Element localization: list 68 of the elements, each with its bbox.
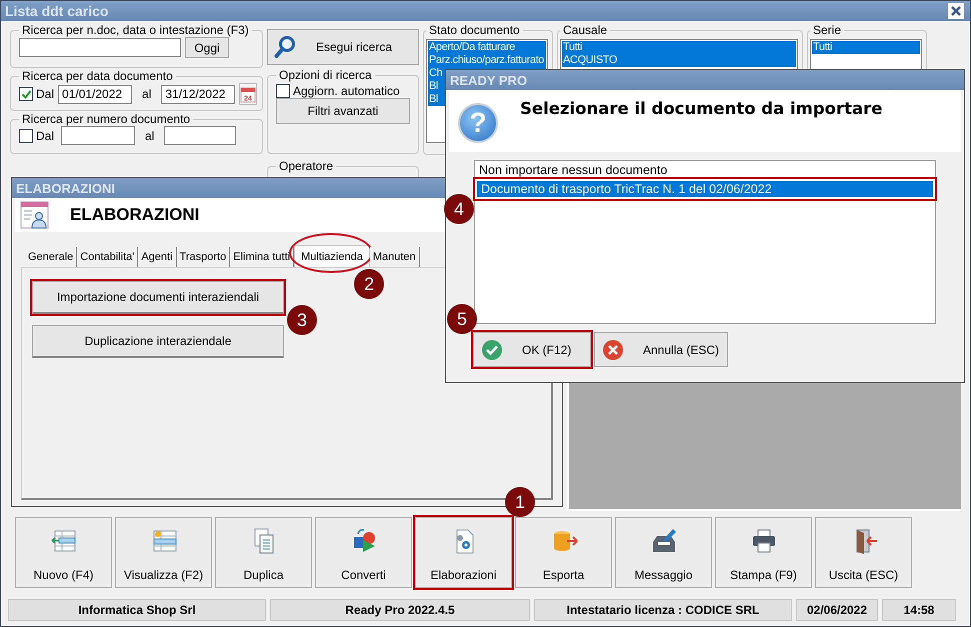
status-bar-field: 14:58 — [882, 599, 956, 621]
question-icon: ? — [458, 103, 498, 143]
status-bar-field: Informatica Shop Srl — [8, 599, 266, 621]
toolbar-button[interactable]: Elaborazioni — [415, 517, 512, 588]
group-label: Ricerca per data documento — [21, 69, 174, 83]
cancel-icon — [603, 340, 623, 360]
group-label: Opzioni di ricerca — [278, 68, 373, 82]
step-number-badge: 4 — [444, 194, 474, 224]
window-title: Lista ddt carico — [5, 3, 108, 19]
toolbar-button[interactable]: Duplica — [215, 517, 312, 588]
list-item[interactable]: Parz.chiuso/parz.fatturato — [428, 54, 546, 67]
step-number-badge: 2 — [354, 269, 384, 299]
status-bar-field: 02/06/2022 — [796, 599, 878, 621]
step-number-badge: 3 — [287, 305, 317, 335]
checkbox[interactable] — [19, 87, 33, 101]
status-bar-field: Ready Pro 2022.4.5 — [270, 599, 530, 621]
status-bar-field: Intestatario licenza : CODICE SRL — [534, 599, 792, 621]
form-person-icon — [20, 201, 50, 229]
checkbox[interactable] — [19, 128, 33, 142]
toolbar-button[interactable]: Stampa (F9) — [715, 517, 812, 588]
check-icon — [482, 340, 502, 360]
tab[interactable]: Manuten — [370, 247, 420, 267]
toolbar-button[interactable]: Converti — [315, 517, 412, 588]
date-to-field[interactable]: 31/12/2022 — [161, 84, 236, 104]
cancel-button[interactable]: Annulla (ESC) — [594, 332, 728, 367]
checkbox-label: Dal — [36, 87, 54, 101]
checkbox-label: Dal — [36, 128, 54, 142]
list-item[interactable]: Aperto/Da fatturare — [428, 41, 546, 54]
toolbar-button[interactable]: Uscita (ESC) — [815, 517, 912, 588]
toolbar-button[interactable]: Esporta — [515, 517, 612, 588]
list-item[interactable]: Tutti — [812, 41, 920, 54]
group-label: Operatore — [278, 159, 334, 173]
advanced-filters-button[interactable]: Filtri avanzati — [276, 98, 410, 124]
window-title: ELABORAZIONI — [16, 180, 115, 196]
field-label: al — [144, 128, 156, 142]
group-label: Ricerca per n.doc, data o intestazione (F3) — [21, 23, 250, 37]
list-item[interactable]: ACQUISTO — [562, 54, 796, 67]
checkbox-label: Aggiorn. automatico — [293, 84, 400, 98]
tab[interactable]: Trasporto — [176, 247, 230, 267]
date-from-field[interactable]: 01/01/2022 — [58, 84, 132, 104]
toolbar-button[interactable]: Visualizza (F2) — [115, 517, 212, 588]
ok-button[interactable]: OK (F12) — [473, 332, 591, 367]
dialog-title: READY PRO — [450, 72, 528, 88]
group-label: Ricerca per numero documento — [21, 112, 192, 126]
toolbar-button[interactable]: Nuovo (F4) — [15, 517, 112, 588]
field-label: al — [141, 87, 152, 101]
group-label: Stato documento — [428, 23, 521, 37]
number-to-field[interactable] — [164, 126, 236, 145]
list-item[interactable]: Tutti — [562, 41, 796, 54]
checkbox[interactable] — [276, 84, 290, 98]
close-icon[interactable] — [948, 3, 964, 19]
search-field[interactable] — [19, 38, 181, 57]
toolbar-button[interactable]: Messaggio — [615, 517, 712, 588]
tab[interactable]: Multiazienda — [294, 245, 370, 267]
number-from-field[interactable] — [61, 126, 135, 145]
list-item[interactable]: Non importare nessun documento — [477, 162, 933, 178]
search-icon — [274, 35, 296, 59]
group-label: Serie — [812, 23, 842, 37]
group-label: Causale — [562, 23, 608, 37]
today-button[interactable]: Oggi — [185, 37, 229, 58]
action-button[interactable]: Importazione documenti interaziendali — [32, 281, 284, 314]
dialog-message: Selezionare il documento da importare — [520, 99, 882, 118]
list-item[interactable]: Documento di trasporto TricTrac N. 1 del 02/06/2022 — [473, 177, 937, 201]
search-button[interactable]: Esegui ricerca — [267, 29, 419, 65]
step-number-badge: 5 — [447, 304, 477, 334]
tab[interactable]: Agenti — [138, 247, 177, 267]
window-heading: ELABORAZIONI — [70, 205, 200, 225]
action-button[interactable]: Duplicazione interaziendale — [32, 325, 284, 358]
